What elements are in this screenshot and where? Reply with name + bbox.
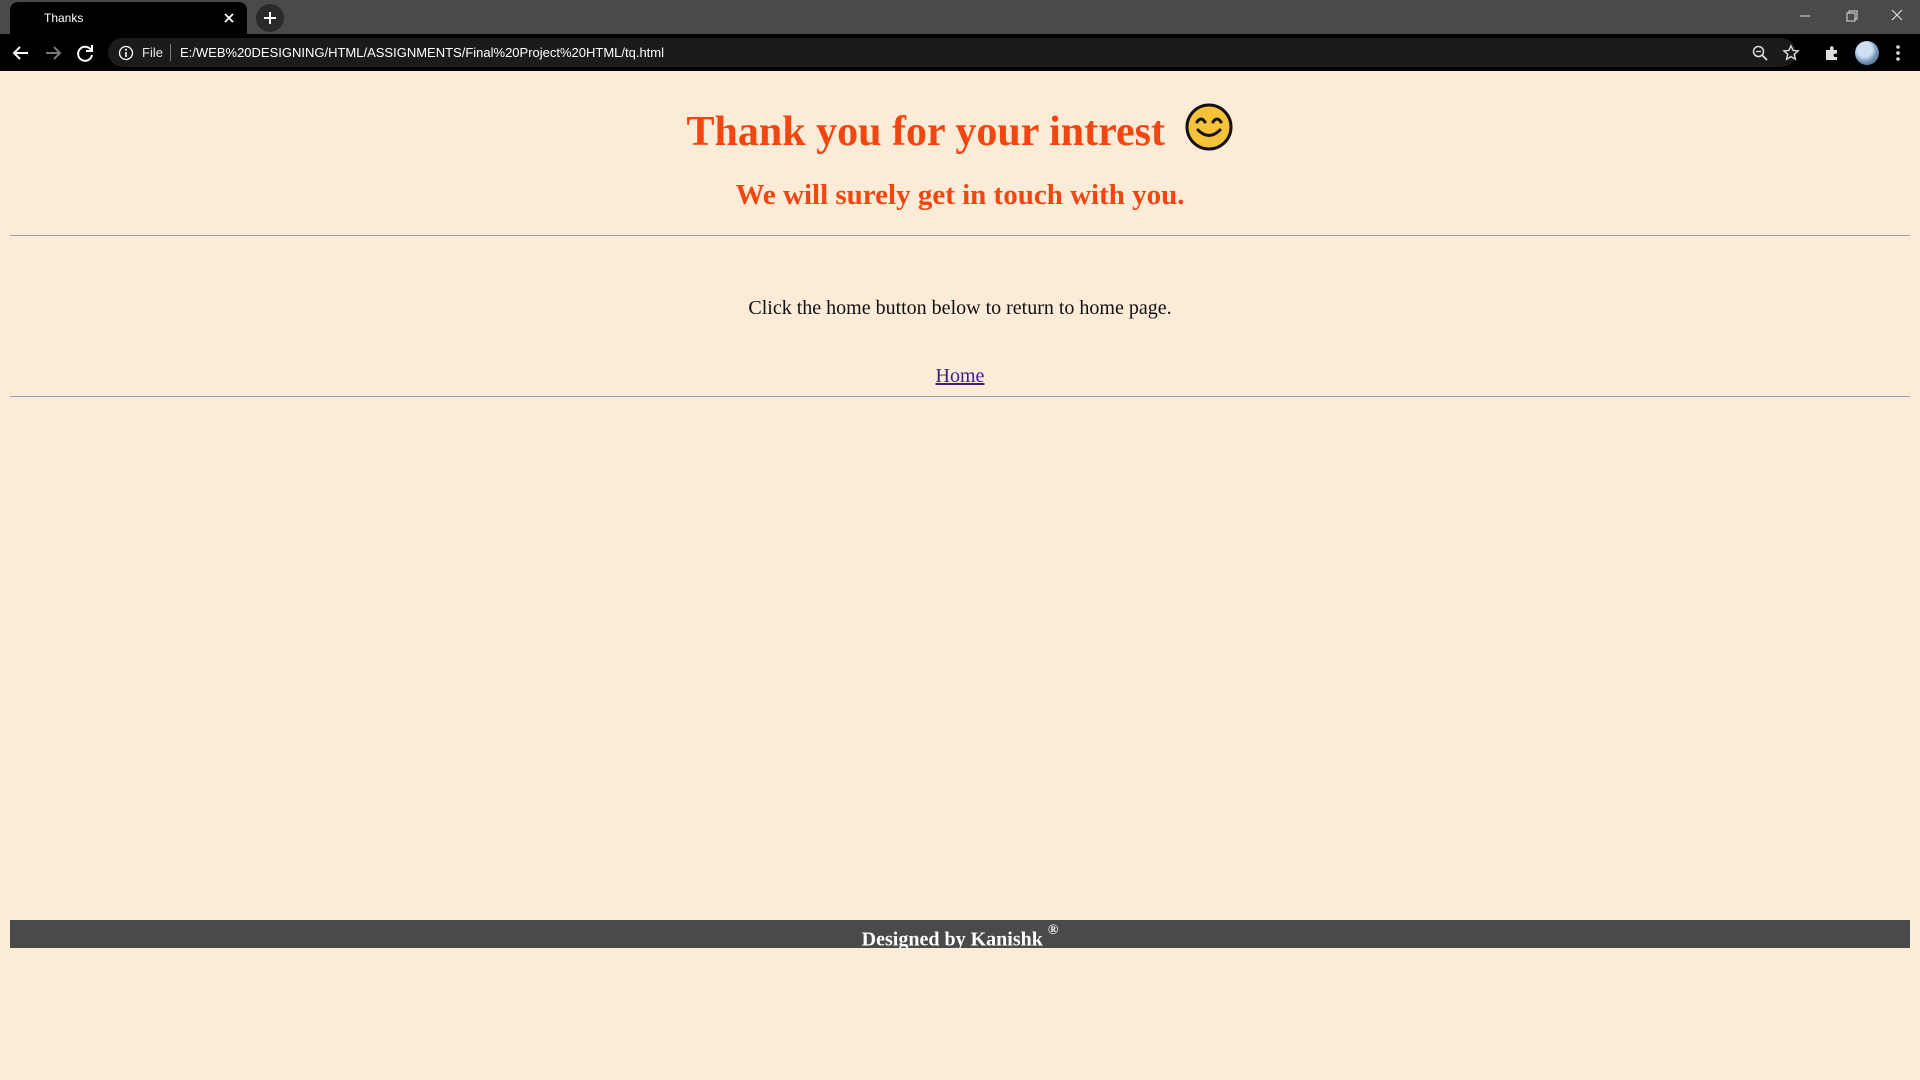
registered-mark: ® — [1047, 923, 1059, 938]
plus-icon — [264, 12, 276, 24]
smiling-face-icon — [1185, 103, 1233, 151]
home-link[interactable]: Home — [936, 365, 985, 387]
footer-text: Designed by Kanishk — [861, 928, 1043, 951]
url-text[interactable]: E:/WEB%20DESIGNING/HTML/ASSIGNMENTS/Fina… — [180, 45, 664, 60]
more-menu-icon[interactable] — [1891, 43, 1905, 63]
zoom-icon[interactable] — [1751, 44, 1769, 62]
minimize-button[interactable] — [1793, 6, 1817, 26]
reload-icon[interactable] — [73, 41, 97, 65]
forward-arrow-icon[interactable] — [41, 41, 65, 65]
browser-toolbar: File E:/WEB%20DESIGNING/HTML/ASSIGNMENTS… — [0, 34, 1920, 71]
divider-bottom — [10, 396, 1910, 398]
scheme-label: File — [142, 45, 163, 60]
heading-text: Thank you for your intrest — [686, 109, 1165, 155]
page-content: Thank you for your intrest We will surel… — [0, 71, 1920, 1080]
back-arrow-icon[interactable] — [9, 41, 33, 65]
restore-button[interactable] — [1839, 6, 1863, 26]
bookmark-star-icon[interactable] — [1782, 44, 1800, 62]
address-divider — [170, 44, 171, 61]
instruction-text: Click the home button below to return to… — [748, 297, 1172, 319]
tab-thanks[interactable]: Thanks — [10, 2, 247, 34]
address-bar[interactable]: File E:/WEB%20DESIGNING/HTML/ASSIGNMENTS… — [108, 38, 1800, 67]
home-link-container: Home — [0, 363, 1920, 389]
tab-title: Thanks — [44, 11, 84, 25]
tab-strip: Thanks — [0, 0, 1920, 34]
footer: Designed by Kanishk ® — [10, 920, 1910, 951]
divider-top — [10, 235, 1910, 237]
page-heading: Thank you for your intrest — [0, 103, 1920, 156]
profile-avatar[interactable] — [1855, 41, 1879, 65]
close-tab-icon[interactable] — [221, 10, 237, 26]
extensions-puzzle-icon[interactable] — [1823, 44, 1841, 62]
window-close-button[interactable] — [1885, 6, 1909, 26]
new-tab-button[interactable] — [256, 4, 284, 32]
info-icon[interactable] — [118, 45, 134, 61]
page-subheading: We will surely get in touch with you. — [735, 179, 1185, 211]
